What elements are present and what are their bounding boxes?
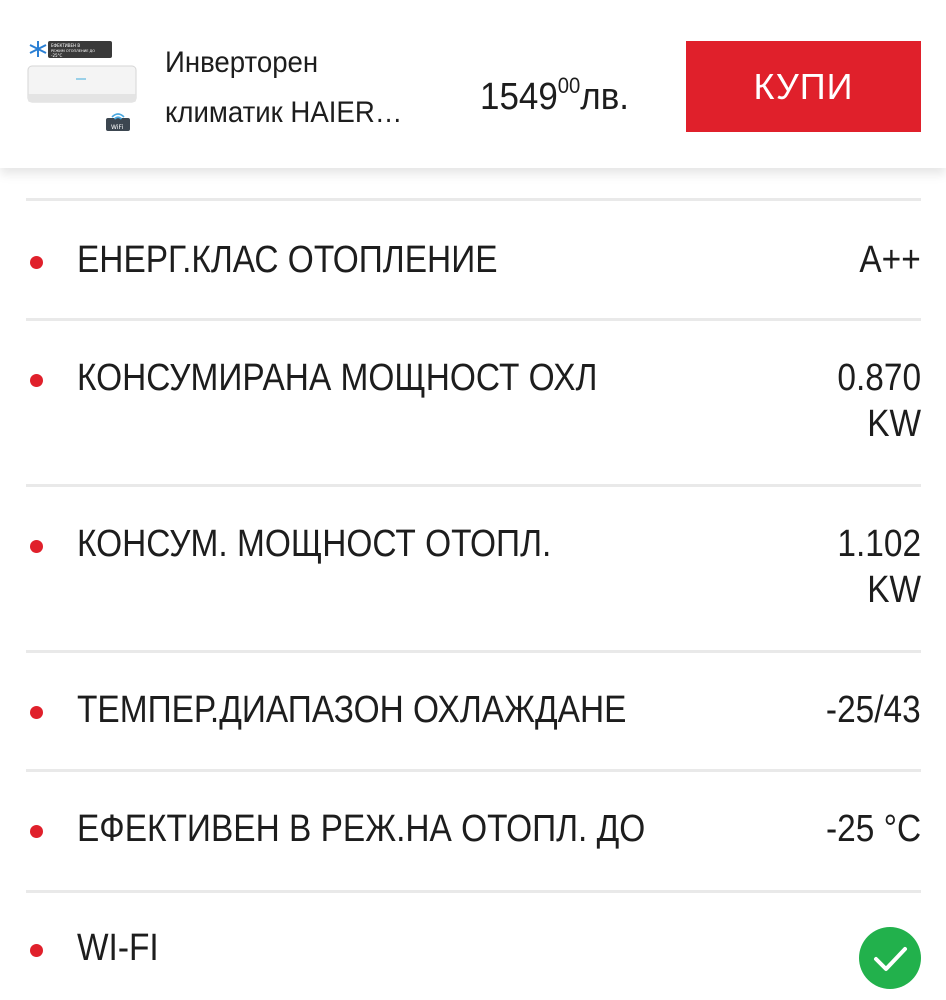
bullet-icon bbox=[30, 944, 43, 957]
spec-row: КОНСУМ. МОЩНОСТ ОТОПЛ. 1.102 KW bbox=[26, 484, 921, 650]
spec-row: WI-FI bbox=[26, 890, 921, 1000]
spec-label: ТЕМПЕР.ДИАПАЗОН ОХЛАЖДАНЕ bbox=[77, 689, 627, 731]
bullet-icon bbox=[30, 256, 43, 269]
buy-button[interactable]: КУПИ bbox=[686, 41, 921, 132]
bullet-icon bbox=[30, 825, 43, 838]
sticky-product-header: ЕФЕКТИВЕН В РЕЖИМ ОТОПЛЕНИЕ ДО -25°C WiF… bbox=[0, 0, 946, 168]
air-conditioner-image: ЕФЕКТИВЕН В РЕЖИМ ОТОПЛЕНИЕ ДО -25°C WiF… bbox=[27, 41, 137, 131]
product-price: 154900лв. bbox=[480, 60, 629, 123]
price-main: 1549 bbox=[480, 76, 558, 118]
spec-value: -25 °C bbox=[825, 808, 921, 850]
spec-label: WI-FI bbox=[77, 927, 159, 969]
spec-value: -25/43 bbox=[826, 689, 921, 731]
bullet-icon bbox=[30, 706, 43, 719]
spec-label: КОНСУМ. МОЩНОСТ ОТОПЛ. bbox=[77, 523, 552, 565]
spec-label: ЕФЕКТИВЕН В РЕЖ.НА ОТОПЛ. ДО bbox=[77, 808, 646, 850]
spec-label: КОНСУМИРАНА МОЩНОСТ ОХЛ bbox=[77, 357, 598, 399]
price-currency: лв. bbox=[580, 76, 629, 118]
spec-row: ТЕМПЕР.ДИАПАЗОН ОХЛАЖДАНЕ -25/43 bbox=[26, 650, 921, 769]
svg-text:-25°C: -25°C bbox=[51, 53, 63, 58]
spec-row: КОНСУМИРАНА МОЩНОСТ ОХЛ 0.870 KW bbox=[26, 318, 921, 484]
product-title-line1: Инверторен bbox=[165, 46, 319, 79]
price-cents: 00 bbox=[557, 73, 581, 98]
snowflake-icon bbox=[29, 41, 47, 57]
product-thumbnail[interactable]: ЕФЕКТИВЕН В РЕЖИМ ОТОПЛЕНИЕ ДО -25°C WiF… bbox=[26, 38, 138, 134]
product-title[interactable]: Инверторен климатик HAIER… bbox=[165, 38, 432, 138]
spec-list: ЕНЕРГ.КЛАС ОТОПЛЕНИЕ A++ КОНСУМИРАНА МОЩ… bbox=[26, 198, 921, 1000]
spec-row: ЕНЕРГ.КЛАС ОТОПЛЕНИЕ A++ bbox=[26, 198, 921, 318]
product-title-line2: климатик HAIER… bbox=[165, 96, 403, 129]
spec-value: 1.102 KW bbox=[837, 523, 921, 611]
bullet-icon bbox=[30, 374, 43, 387]
svg-text:ЕФЕКТИВЕН В: ЕФЕКТИВЕН В bbox=[51, 43, 80, 48]
check-icon bbox=[859, 927, 921, 989]
spec-value: A++ bbox=[859, 239, 921, 281]
spec-value: 0.870 KW bbox=[837, 357, 921, 445]
bullet-icon bbox=[30, 540, 43, 553]
svg-text:WiFi: WiFi bbox=[111, 124, 123, 131]
spec-row: ЕФЕКТИВЕН В РЕЖ.НА ОТОПЛ. ДО -25 °C bbox=[26, 769, 921, 890]
spec-label: ЕНЕРГ.КЛАС ОТОПЛЕНИЕ bbox=[77, 239, 498, 281]
